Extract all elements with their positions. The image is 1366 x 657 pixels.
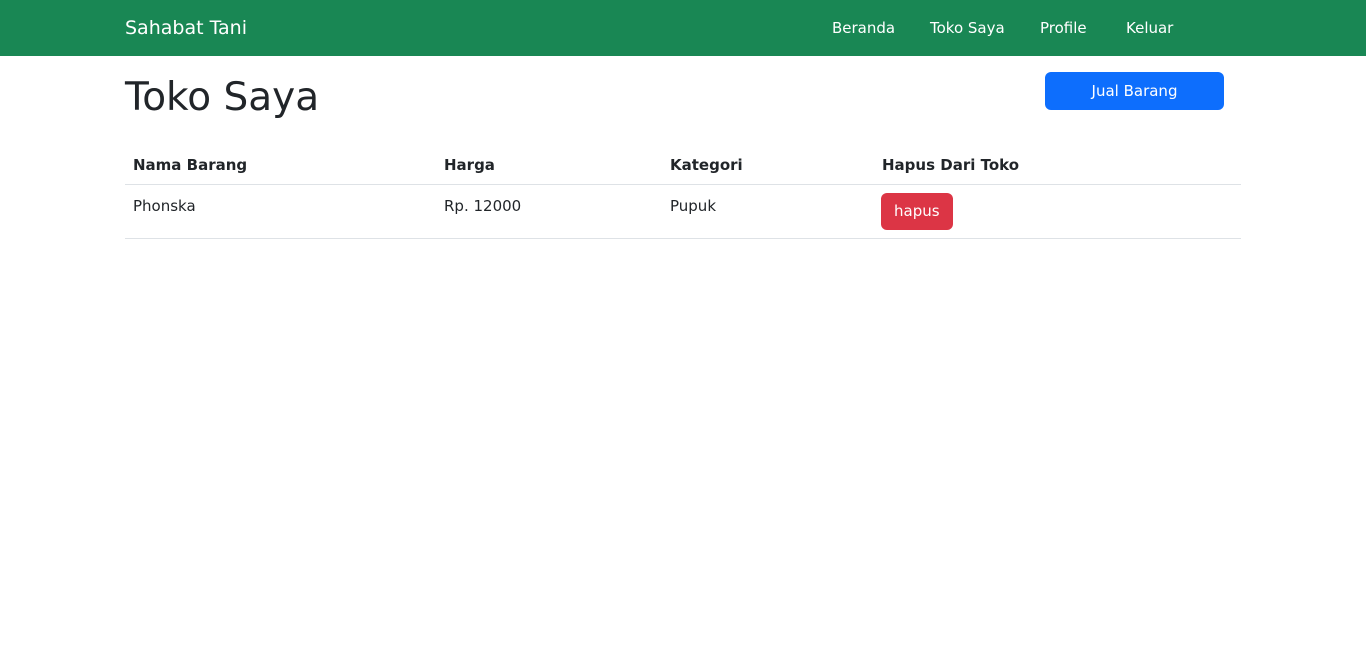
cell-product-category: Pupuk (662, 184, 874, 239)
products-table-wrapper: Nama Barang Harga Kategori Hapus Dari To… (125, 145, 1241, 239)
table-row: Phonska Rp. 12000 Pupuk hapus (125, 184, 1241, 239)
cell-delete: hapus (874, 184, 1241, 239)
cell-product-price: Rp. 12000 (436, 184, 662, 239)
header-kategori: Kategori (662, 145, 874, 185)
header-hapus-dari-toko: Hapus Dari Toko (874, 145, 1241, 185)
nav-link-keluar[interactable]: Keluar (1126, 18, 1173, 38)
cell-product-name: Phonska (125, 184, 436, 239)
nav-links: Beranda Toko Saya Profile Keluar (0, 18, 1366, 38)
products-table: Nama Barang Harga Kategori Hapus Dari To… (125, 145, 1241, 239)
sell-item-button[interactable]: Jual Barang (1045, 72, 1224, 110)
nav-link-beranda[interactable]: Beranda (832, 18, 895, 38)
table-header-row: Nama Barang Harga Kategori Hapus Dari To… (125, 145, 1241, 185)
header-harga: Harga (436, 145, 662, 185)
nav-link-toko-saya[interactable]: Toko Saya (930, 18, 1005, 38)
top-navbar: Sahabat Tani Beranda Toko Saya Profile K… (0, 0, 1366, 56)
nav-link-profile[interactable]: Profile (1040, 18, 1087, 38)
delete-button[interactable]: hapus (881, 193, 953, 230)
header-nama-barang: Nama Barang (125, 145, 436, 185)
page-title: Toko Saya (125, 75, 320, 120)
